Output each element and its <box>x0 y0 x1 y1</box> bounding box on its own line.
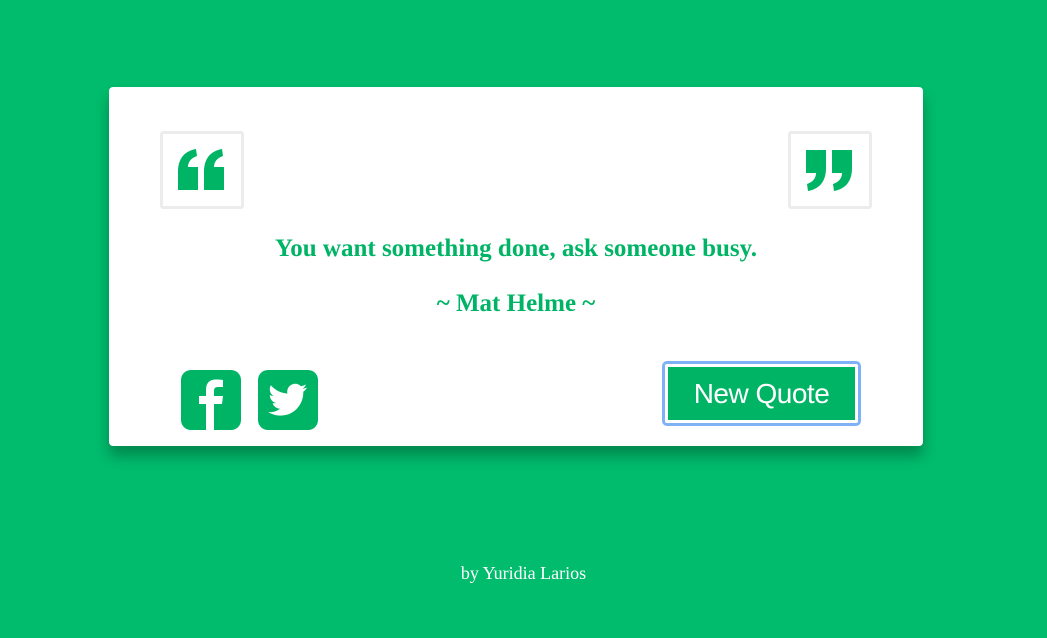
close-quote-box <box>788 131 872 209</box>
quote-card: You want something done, ask someone bus… <box>109 87 923 446</box>
footer-credit: by Yuridia Larios <box>460 563 587 583</box>
facebook-icon <box>199 379 223 430</box>
twitter-share-button[interactable] <box>258 370 318 430</box>
quote-text: You want something done, ask someone bus… <box>274 235 758 262</box>
twitter-icon <box>268 383 307 416</box>
open-quote-icon <box>178 149 224 190</box>
close-quote-icon <box>806 150 852 191</box>
quote-author: ~ Mat Helme ~ <box>436 290 596 317</box>
facebook-share-button[interactable] <box>181 370 241 430</box>
open-quote-box <box>160 131 244 209</box>
new-quote-button[interactable]: New Quote <box>662 361 861 426</box>
